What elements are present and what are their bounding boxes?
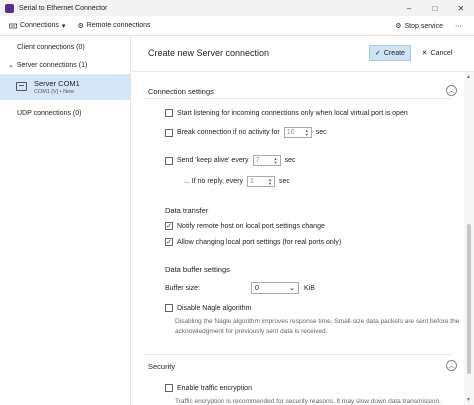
no-reply-stepper[interactable]: 1 ▲ ▼ bbox=[247, 176, 276, 187]
break-value: 10 bbox=[286, 129, 295, 136]
disable-nagle-option[interactable]: Disable Nagle algorithm bbox=[165, 304, 251, 312]
maximize-button[interactable]: □ bbox=[422, 0, 448, 16]
help-button[interactable]: ⋯ bbox=[455, 22, 462, 30]
keep-alive-stepper[interactable]: 7 ▲ ▼ bbox=[252, 155, 281, 166]
window-title: Serial to Ethernet Connector bbox=[19, 4, 108, 12]
main-header: Create new Server connection ✓ Create ✕ … bbox=[132, 36, 474, 72]
cancel-label: Cancel bbox=[430, 49, 453, 57]
section-divider bbox=[144, 98, 452, 99]
break-connection-option[interactable]: Break connection if no activity for 10 ▲… bbox=[165, 127, 327, 138]
title-bar: Serial to Ethernet Connector – □ ✕ bbox=[0, 0, 474, 16]
no-reply-unit: sec bbox=[279, 178, 290, 185]
check-icon: ✓ bbox=[375, 50, 381, 57]
stop-service-button[interactable]: ⚙ Stop service bbox=[395, 22, 443, 31]
scroll-thumb[interactable] bbox=[467, 224, 471, 374]
disable-nagle-checkbox[interactable] bbox=[165, 304, 173, 312]
sidebar-item-server-connections[interactable]: ⌄ Server connections (1) bbox=[8, 61, 139, 70]
sidebar-item-server-com1[interactable]: Server COM1 COM1 [V] • New bbox=[0, 74, 131, 100]
enable-encryption-checkbox[interactable] bbox=[165, 384, 173, 392]
connection-name: Server COM1 bbox=[34, 79, 80, 88]
chevron-down-icon: ⌄ bbox=[8, 62, 14, 69]
remote-icon: ⚙ bbox=[77, 22, 84, 30]
toolbar-right: ⚙ Stop service ⋯ bbox=[395, 16, 462, 36]
start-listening-label: Start listening for incoming connections… bbox=[177, 109, 408, 117]
page-title: Create new Server connection bbox=[148, 48, 270, 58]
data-buffer-title: Data buffer settings bbox=[165, 265, 230, 274]
sidebar-item-udp-connections[interactable]: UDP connections (0) bbox=[17, 110, 148, 117]
serial-port-icon bbox=[16, 82, 27, 91]
connection-settings-title: Connection settings bbox=[148, 87, 214, 96]
vertical-scrollbar[interactable]: ▲ ▼ bbox=[464, 72, 474, 405]
server-connections-label: Server connections (1) bbox=[16, 61, 88, 69]
close-window-button[interactable]: ✕ bbox=[448, 0, 474, 16]
buffer-unit-text: KiB bbox=[304, 285, 315, 292]
break-connection-stepper[interactable]: 10 ▲ ▼ bbox=[283, 127, 312, 138]
stop-service-label: Stop service bbox=[404, 22, 443, 30]
notify-remote-checkbox[interactable]: ✓ bbox=[165, 222, 173, 230]
scroll-up-icon[interactable]: ▲ bbox=[466, 74, 471, 80]
no-reply-option: ... If no reply, every 1 ▲ ▼ sec bbox=[184, 176, 290, 187]
no-reply-value: 1 bbox=[250, 178, 254, 185]
data-transfer-title: Data transfer bbox=[165, 206, 209, 215]
buffer-size-text: Buffer size: bbox=[165, 285, 200, 292]
security-title: Security bbox=[148, 362, 176, 371]
scroll-down-icon[interactable]: ▼ bbox=[466, 397, 471, 403]
enable-encryption-option[interactable]: Enable traffic encryption bbox=[165, 384, 252, 392]
nagle-note: Disabling the Nagle algorithm improves r… bbox=[175, 318, 460, 335]
section-divider bbox=[144, 354, 452, 355]
gear-icon: ⚙ bbox=[395, 23, 402, 30]
allow-changing-checkbox[interactable]: ✓ bbox=[165, 238, 173, 246]
break-unit: sec bbox=[315, 129, 327, 136]
buffer-size-label: Buffer size: bbox=[165, 285, 200, 292]
connection-subtitle: COM1 [V] • New bbox=[34, 89, 75, 95]
keep-alive-label: Send 'keep alive' every bbox=[177, 157, 249, 164]
buffer-size-select[interactable]: 0 ⌄ bbox=[251, 282, 299, 294]
close-icon: ✕ bbox=[421, 50, 428, 57]
app-icon bbox=[5, 3, 14, 13]
buffer-size-value: 0 bbox=[255, 284, 259, 292]
buffer-size-unit: KiB bbox=[304, 285, 315, 292]
connections-menu[interactable]: Connections ▾ bbox=[20, 22, 65, 30]
connections-icon bbox=[9, 23, 17, 29]
allow-changing-label: Allow changing local port settings (for … bbox=[177, 238, 342, 246]
create-label: Create bbox=[383, 49, 405, 57]
stepper-arrows-icon[interactable]: ▲ ▼ bbox=[274, 156, 278, 165]
create-button[interactable]: ✓ Create bbox=[369, 45, 411, 61]
chevron-down-icon: ⌄ bbox=[289, 285, 295, 292]
cancel-button[interactable]: ✕ Cancel bbox=[418, 45, 456, 61]
stepper-arrows-icon[interactable]: ▲ ▼ bbox=[268, 177, 272, 186]
keep-alive-option[interactable]: Send 'keep alive' every 7 ▲ ▼ sec bbox=[165, 155, 295, 166]
encryption-note: Traffic encryption is recommended for se… bbox=[175, 398, 441, 405]
connections-label: Connections bbox=[20, 22, 59, 29]
notify-remote-label: Notify remote host on local port setting… bbox=[177, 222, 325, 230]
break-connection-label: Break connection if no activity for bbox=[177, 129, 280, 136]
minimize-button[interactable]: – bbox=[396, 0, 422, 16]
break-connection-checkbox[interactable] bbox=[165, 128, 173, 137]
notify-remote-option[interactable]: ✓ Notify remote host on local port setti… bbox=[165, 222, 325, 230]
stepper-arrows-icon[interactable]: ▲ ▼ bbox=[305, 128, 309, 137]
sidebar: Client connections (0) ⌄ Server connecti… bbox=[0, 36, 131, 405]
remote-connections-button[interactable]: ⚙ Remote connections bbox=[77, 22, 150, 30]
keep-alive-unit: sec bbox=[284, 157, 296, 164]
sidebar-item-client-connections[interactable]: Client connections (0) bbox=[17, 44, 148, 51]
chevron-down-icon: ▾ bbox=[61, 22, 66, 30]
allow-changing-option[interactable]: ✓ Allow changing local port settings (fo… bbox=[165, 238, 341, 246]
start-listening-option[interactable]: Start listening for incoming connections… bbox=[165, 109, 408, 117]
remote-label: Remote connections bbox=[86, 22, 151, 29]
more-icon: ⋯ bbox=[455, 23, 462, 30]
settings-content: Connection settings ︿ Start listening fo… bbox=[132, 72, 464, 405]
keep-alive-checkbox[interactable] bbox=[165, 156, 173, 165]
toolbar: Connections ▾ ⚙ Remote connections ⚙ Sto… bbox=[0, 16, 474, 36]
start-listening-checkbox[interactable] bbox=[165, 109, 173, 117]
collapse-icon[interactable]: ︿ bbox=[446, 85, 457, 96]
disable-nagle-label: Disable Nagle algorithm bbox=[177, 304, 252, 312]
window-controls: – □ ✕ bbox=[396, 0, 474, 16]
keep-alive-value: 7 bbox=[255, 157, 260, 164]
enable-encryption-label: Enable traffic encryption bbox=[177, 384, 252, 392]
no-reply-label: ... If no reply, every bbox=[184, 178, 244, 185]
collapse-icon[interactable]: ︿ bbox=[446, 360, 457, 371]
